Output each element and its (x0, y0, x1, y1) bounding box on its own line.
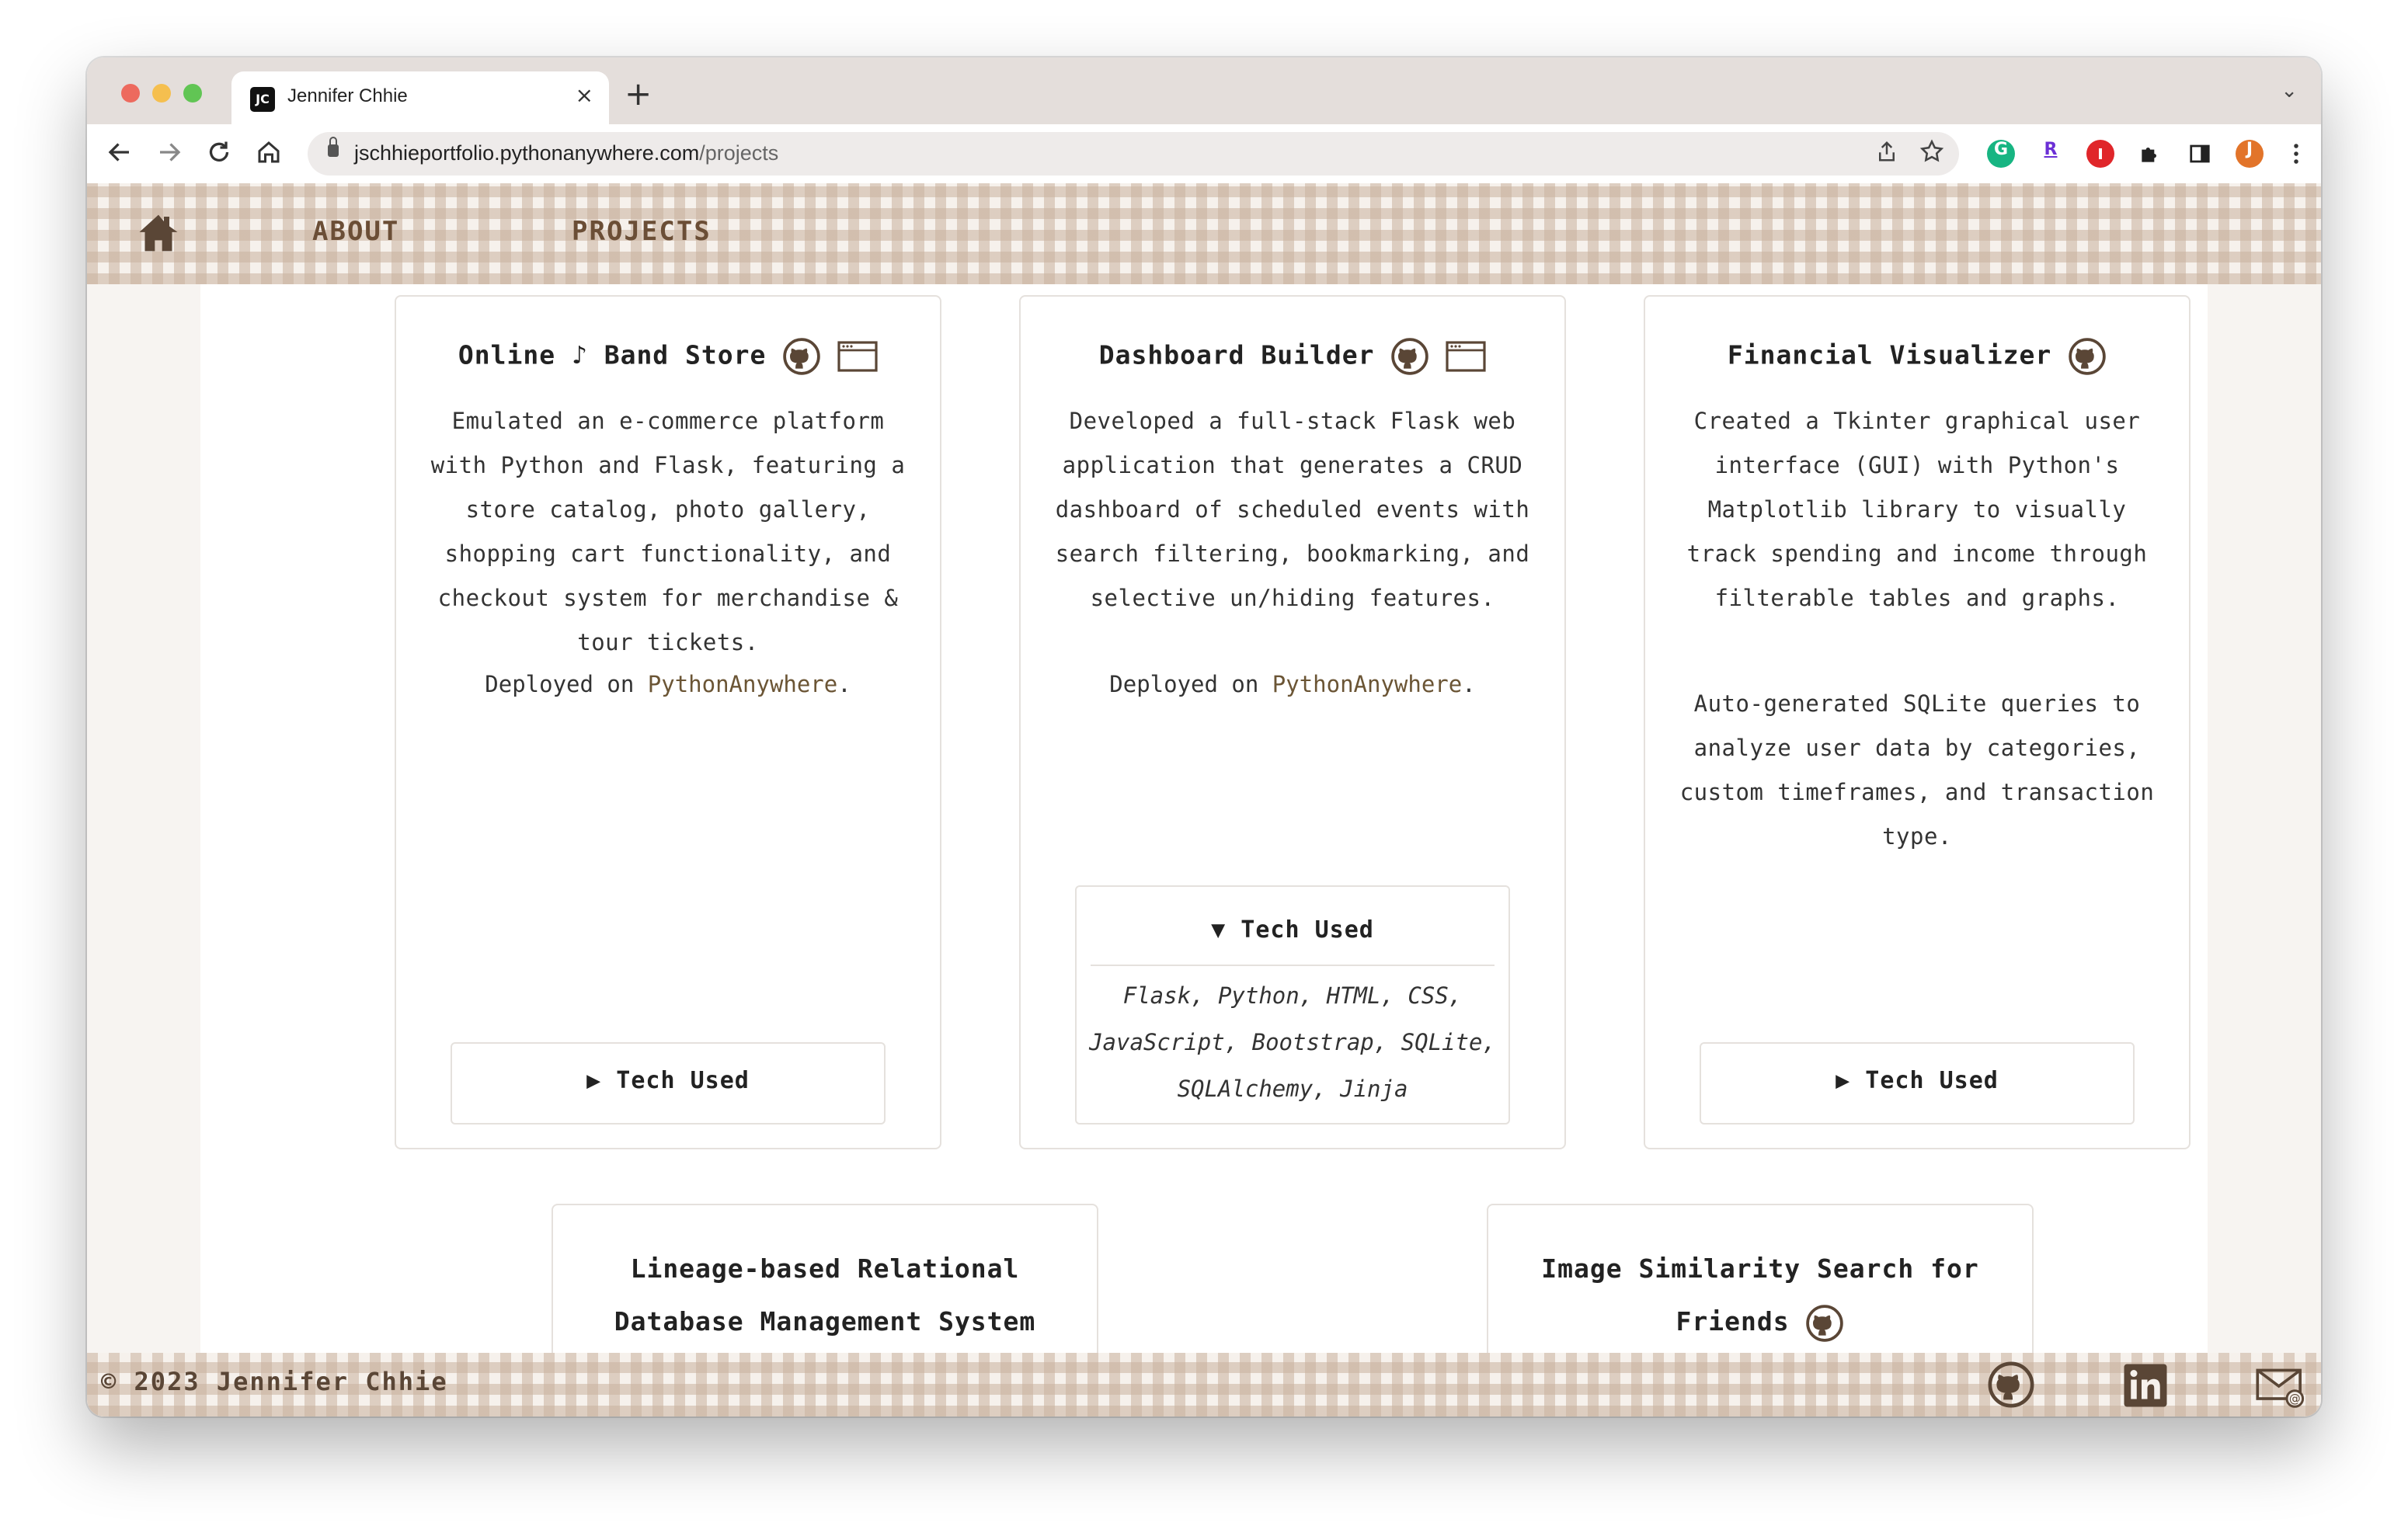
caret-down-icon: ▼ (1211, 916, 1227, 944)
grammarly-icon[interactable]: G (1987, 140, 2015, 168)
tech-used-toggle[interactable]: ▼ Tech Used (1077, 916, 1508, 944)
url-text: jschhieportfolio.pythonanywhere.com/proj… (354, 141, 779, 165)
github-icon[interactable] (1805, 1304, 1844, 1343)
browser-window-icon[interactable] (1446, 339, 1486, 374)
nav-link-projects[interactable]: PROJECTS (572, 216, 712, 247)
github-icon[interactable] (2068, 337, 2107, 376)
tech-used-panel: ▼ Tech Used Flask, Python, HTML, CSS, Ja… (1075, 885, 1510, 1125)
project-title: Online ♪ Band Store (396, 337, 940, 376)
project-title: Dashboard Builder (1021, 337, 1564, 376)
tab-title: Jennifer Chhie (287, 85, 408, 106)
github-icon[interactable] (782, 337, 821, 376)
project-title: Financial Visualizer (1645, 337, 2189, 376)
home-icon[interactable] (137, 211, 180, 255)
site-footer: © 2023 Jennifer Chhie @ (87, 1353, 2321, 1417)
share-icon[interactable] (1875, 138, 1898, 171)
deploy-text: Deployed on PythonAnywhere. (485, 671, 851, 697)
r-extension-icon[interactable]: R (2037, 140, 2065, 168)
copyright-text: © 2023 Jennifer Chhie (101, 1367, 448, 1396)
pythonanywhere-link[interactable]: PythonAnywhere (648, 671, 837, 697)
svg-text:@: @ (2289, 1392, 2301, 1406)
favicon-icon: JC (250, 87, 275, 112)
menu-icon[interactable] (2282, 140, 2310, 168)
project-card: Financial Visualizer Created a Tkinter g… (1644, 295, 2191, 1149)
project-description-2: Auto-generated SQLite queries to analyze… (1679, 690, 2155, 850)
caret-right-icon: ▶ (1836, 1067, 1851, 1094)
lock-icon (328, 137, 339, 157)
adblock-icon[interactable] (2086, 140, 2114, 168)
forward-icon[interactable] (155, 138, 183, 173)
project-title: Lineage-based Relational Database Manage… (614, 1253, 1036, 1337)
project-description: Emulated an e-commerce platform with Pyt… (430, 408, 906, 655)
bookmark-star-icon[interactable] (1919, 138, 1945, 171)
minimize-window-button[interactable] (152, 84, 171, 103)
tech-used-toggle[interactable]: ▶ Tech Used (1700, 1042, 2135, 1125)
tab-close-icon[interactable]: × (576, 82, 593, 108)
browser-window: JC Jennifer Chhie × + ⌄ jschhieportfolio… (87, 57, 2321, 1417)
site-nav: ABOUT PROJECTS (87, 183, 2321, 284)
deploy-text: Deployed on PythonAnywhere. (1109, 671, 1476, 697)
home-icon[interactable] (255, 138, 283, 173)
browser-window-icon[interactable] (837, 339, 878, 374)
project-description: Created a Tkinter graphical user interfa… (1686, 408, 2148, 611)
project-title: Image Similarity Search for Friends (1535, 1243, 1985, 1348)
caret-right-icon: ▶ (586, 1067, 602, 1094)
tech-used-toggle[interactable]: ▶ Tech Used (451, 1042, 886, 1125)
project-description: Developed a full-stack Flask web applica… (1055, 408, 1530, 611)
music-note-icon: ♪ (571, 339, 588, 370)
puzzle-icon[interactable] (2136, 140, 2164, 168)
close-window-button[interactable] (121, 84, 140, 103)
browser-toolbar: jschhieportfolio.pythonanywhere.com/proj… (87, 124, 2321, 184)
new-tab-button[interactable]: + (625, 75, 652, 113)
tab-strip: JC Jennifer Chhie × + ⌄ (87, 57, 2321, 124)
profile-avatar[interactable]: J (2236, 140, 2264, 168)
maximize-window-button[interactable] (183, 84, 202, 103)
back-icon[interactable] (106, 138, 134, 173)
linkedin-icon[interactable] (2122, 1362, 2169, 1409)
projects-section: Online ♪ Band Store Emulated an e-commer… (200, 284, 2208, 1417)
github-icon[interactable] (1390, 337, 1429, 376)
page-viewport: Online ♪ Band Store Emulated an e-commer… (87, 183, 2321, 1417)
github-icon[interactable] (1987, 1361, 2035, 1409)
tab-active[interactable]: JC Jennifer Chhie × (231, 71, 609, 124)
pythonanywhere-link[interactable]: PythonAnywhere (1272, 671, 1462, 697)
reload-icon[interactable] (205, 138, 233, 173)
divider (1091, 965, 1495, 966)
project-card: Online ♪ Band Store Emulated an e-commer… (395, 295, 941, 1149)
email-icon[interactable]: @ (2256, 1364, 2305, 1409)
nav-link-about[interactable]: ABOUT (312, 216, 399, 247)
tab-search-chevron-icon[interactable]: ⌄ (2281, 79, 2298, 103)
project-card: Dashboard Builder Developed a full-stack… (1019, 295, 1566, 1149)
sidepanel-icon[interactable] (2186, 140, 2214, 168)
tech-list: Flask, Python, HTML, CSS, JavaScript, Bo… (1089, 982, 1496, 1102)
address-bar[interactable]: jschhieportfolio.pythonanywhere.com/proj… (308, 132, 1959, 176)
